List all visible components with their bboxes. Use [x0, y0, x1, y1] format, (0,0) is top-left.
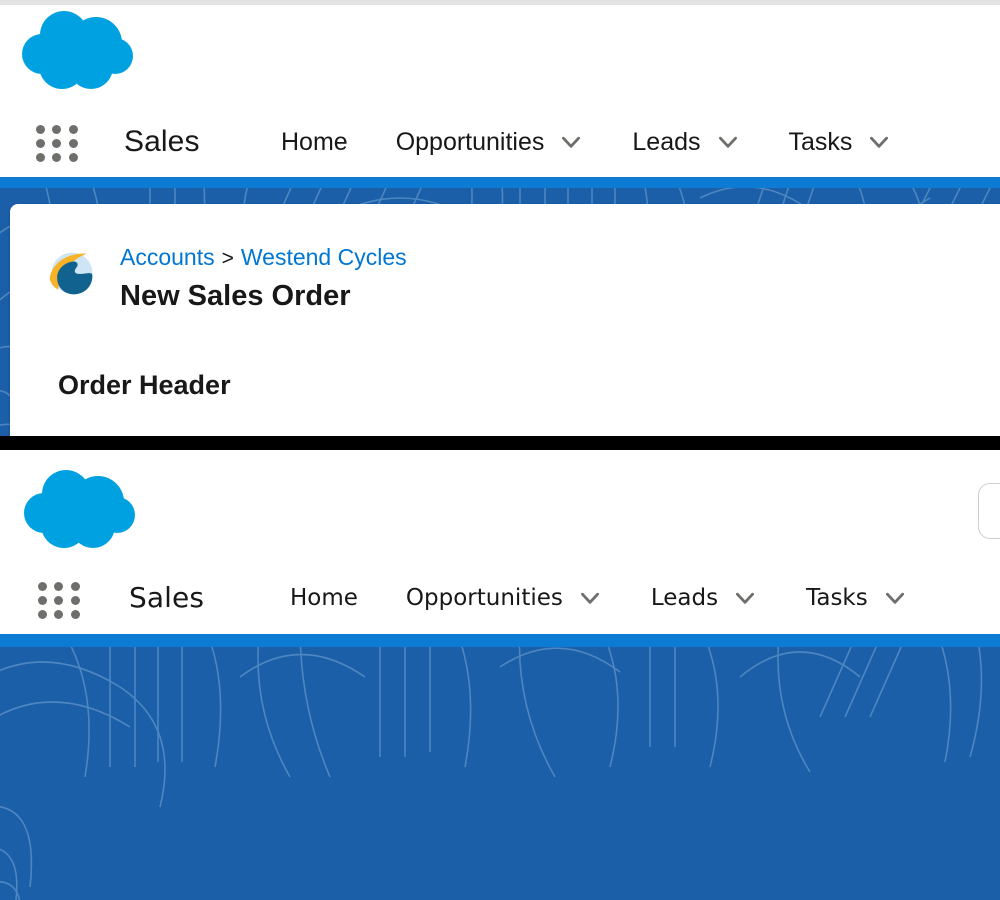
- record-card: Accounts > Westend Cycles New Sales Order …: [10, 204, 1000, 436]
- banner-texture: [0, 647, 1000, 900]
- breadcrumb-current-link[interactable]: Westend Cycles: [241, 244, 407, 270]
- app-nav-bar: Sales Home Opportunities Leads Tasks: [0, 562, 1000, 634]
- chevron-down-icon[interactable]: [715, 129, 741, 155]
- nav-items: Home Opportunities Leads Tasks: [281, 107, 892, 177]
- order-record-icon: [46, 247, 98, 299]
- global-search-input[interactable]: [978, 483, 1000, 539]
- nav-item-label: Home: [281, 127, 348, 156]
- banner-accent-strip: [0, 634, 1000, 647]
- nav-item-label: Tasks: [806, 585, 868, 611]
- app-nav-bar: Sales Home Opportunities Leads Tasks: [0, 107, 1000, 177]
- nav-item-label: Home: [290, 585, 358, 611]
- chevron-down-icon[interactable]: [732, 585, 758, 611]
- global-header: [0, 5, 1000, 110]
- chevron-down-icon[interactable]: [866, 129, 892, 155]
- nav-item-home[interactable]: Home: [290, 562, 358, 634]
- chevron-down-icon[interactable]: [577, 585, 603, 611]
- app-launcher-grid-icon[interactable]: [38, 581, 82, 619]
- nav-item-opportunities[interactable]: Opportunities: [396, 107, 585, 177]
- salesforce-cloud-logo[interactable]: [18, 9, 138, 97]
- breadcrumb-accounts-link[interactable]: Accounts: [120, 244, 215, 270]
- breadcrumb: Accounts > Westend Cycles: [120, 242, 407, 274]
- global-header: [0, 450, 1000, 562]
- nav-item-label: Leads: [650, 585, 719, 611]
- nav-items: Home Opportunities Leads Tasks: [290, 562, 908, 634]
- banner-accent-strip: [0, 177, 1000, 188]
- chevron-down-icon[interactable]: [882, 585, 908, 611]
- page-title: New Sales Order: [120, 280, 351, 312]
- chevron-down-icon[interactable]: [558, 129, 584, 155]
- app-name[interactable]: Sales: [124, 107, 200, 177]
- breadcrumb-separator: >: [221, 247, 234, 270]
- nav-item-home[interactable]: Home: [281, 107, 348, 177]
- nav-item-label: Opportunities: [395, 127, 545, 156]
- nav-item-label: Tasks: [788, 127, 853, 156]
- nav-item-tasks[interactable]: Tasks: [806, 562, 908, 634]
- app-name[interactable]: Sales: [129, 562, 204, 634]
- nav-item-label: Opportunities: [405, 585, 563, 611]
- nav-item-label: Leads: [632, 127, 701, 156]
- page-banner: [0, 634, 1000, 900]
- salesforce-cloud-logo[interactable]: [20, 468, 144, 558]
- app-launcher-grid-icon[interactable]: [36, 124, 80, 162]
- section-title-order-header: Order Header: [58, 370, 231, 400]
- capture-divider: [0, 436, 1000, 450]
- nav-item-leads[interactable]: Leads: [632, 107, 740, 177]
- capture-bottom: Sales Home Opportunities Leads Tasks: [0, 450, 1000, 900]
- nav-item-tasks[interactable]: Tasks: [789, 107, 893, 177]
- nav-item-opportunities[interactable]: Opportunities: [406, 562, 603, 634]
- capture-top: Sales Home Opportunities Leads Tasks Acc…: [0, 0, 1000, 436]
- nav-item-leads[interactable]: Leads: [651, 562, 758, 634]
